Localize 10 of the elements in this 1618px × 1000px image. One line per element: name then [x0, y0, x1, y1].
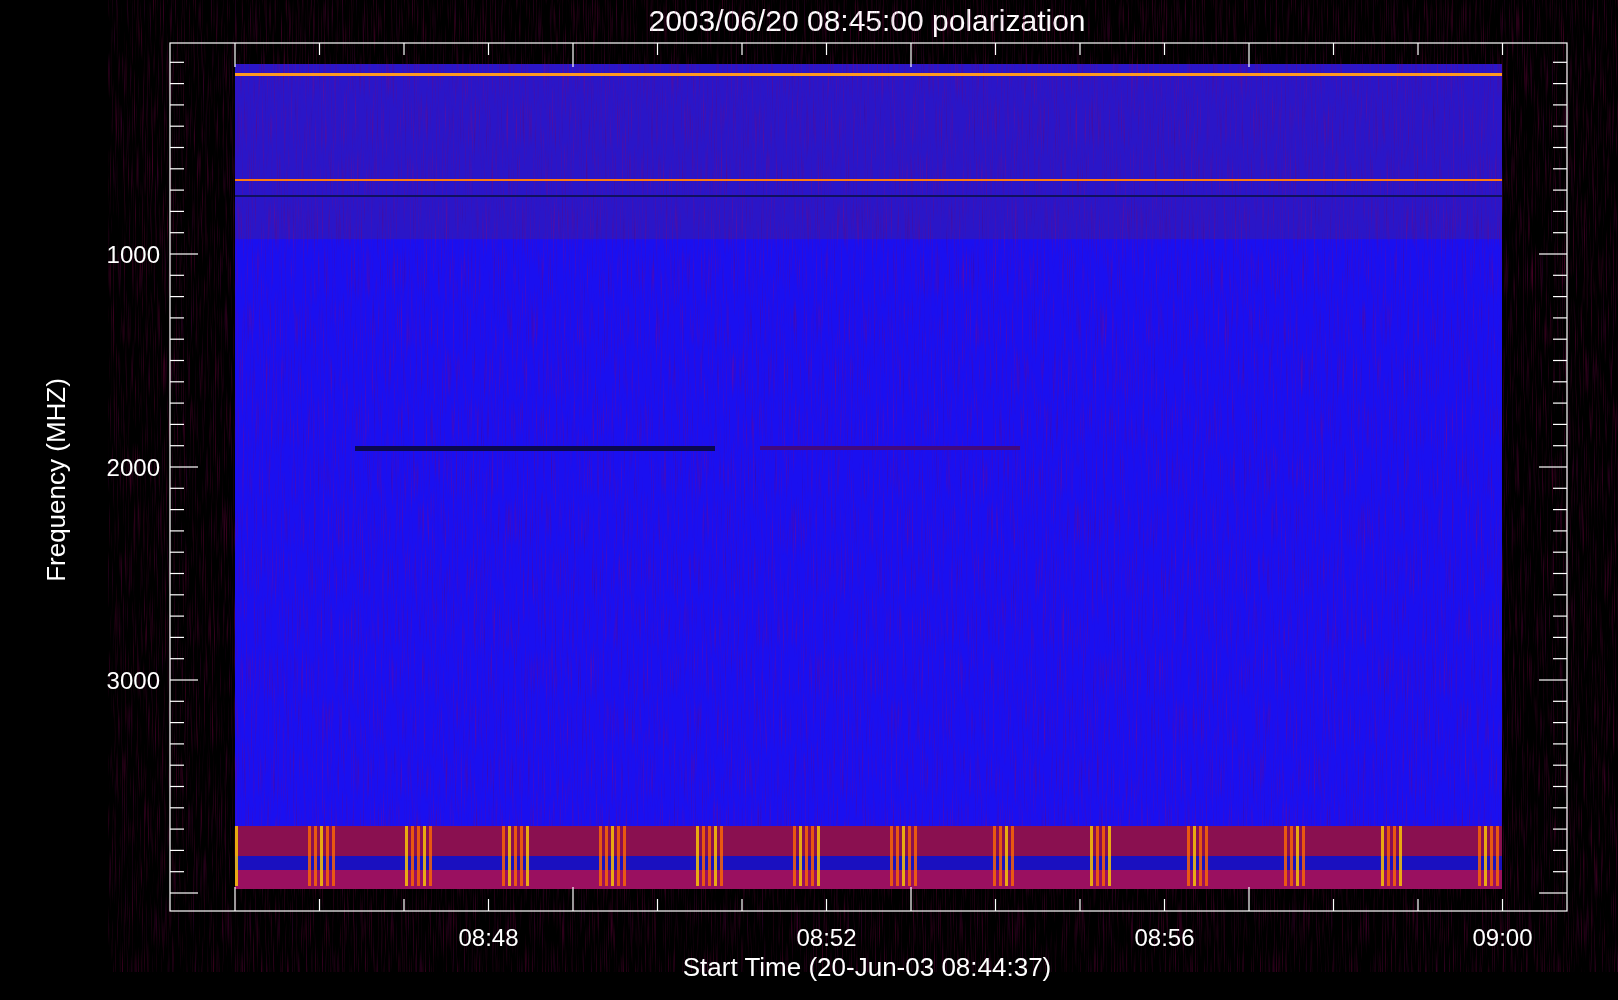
- axis-label: Start Time (20-Jun-03 08:44:37): [682, 952, 1052, 982]
- axis-label: Frequency (MHZ): [41, 378, 71, 582]
- tick-label: 08:48: [458, 924, 519, 951]
- tick-label: 1000: [106, 241, 160, 268]
- tick-label: 2000: [106, 454, 160, 481]
- tick-label: 3000: [106, 667, 160, 694]
- tick-label: 08:56: [1134, 924, 1195, 951]
- chart-title: 2003/06/20 08:45:00 polarization: [648, 4, 1086, 37]
- tick-label: 08:52: [796, 924, 857, 951]
- tick-label: 09:00: [1472, 924, 1533, 951]
